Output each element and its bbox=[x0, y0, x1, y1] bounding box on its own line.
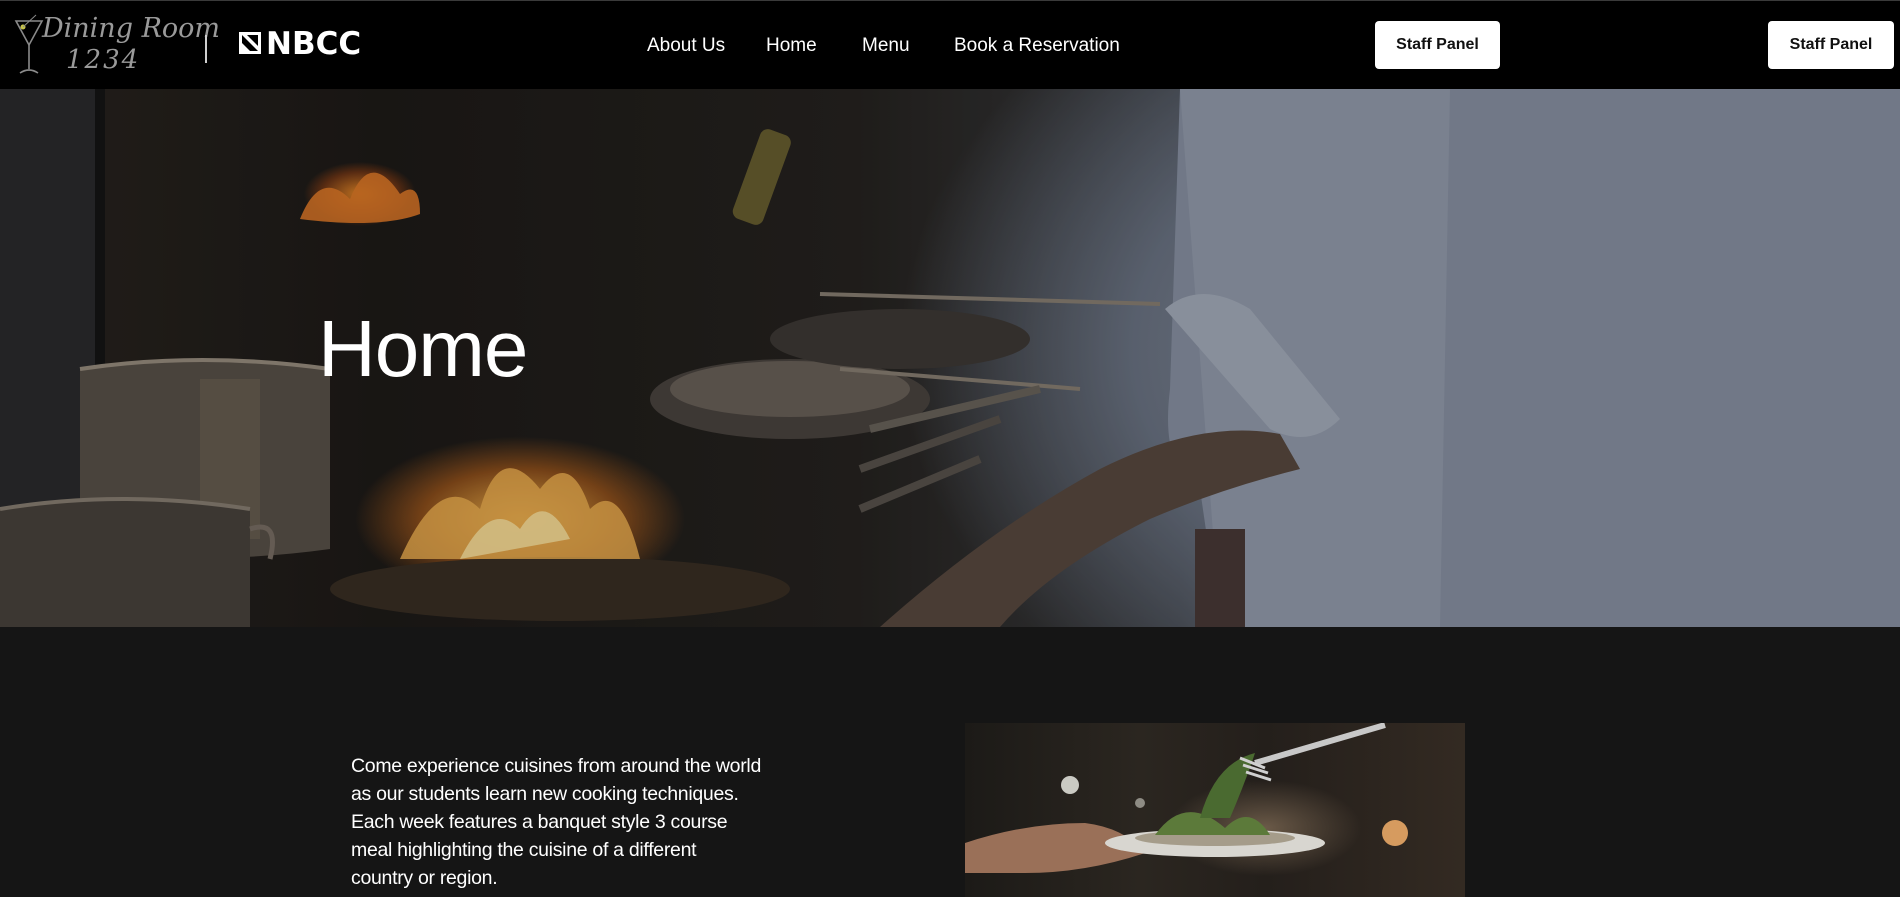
dish-photo-illustration bbox=[965, 723, 1408, 873]
page-title: Home bbox=[318, 304, 528, 393]
nav-book-reservation[interactable]: Book a Reservation bbox=[954, 35, 1120, 57]
intro-text: Come experience cuisines from around the… bbox=[351, 755, 761, 889]
nav-home[interactable]: Home bbox=[766, 35, 817, 57]
nbcc-mark-icon bbox=[239, 32, 261, 54]
martini-glass-icon bbox=[14, 14, 44, 74]
nbcc-wordmark: NBCC bbox=[266, 26, 362, 62]
dining-room-logo[interactable]: Dining Room 1234 bbox=[14, 9, 220, 79]
dining-logo-line1: Dining Room bbox=[42, 13, 221, 44]
hero-banner: Home bbox=[0, 89, 1900, 627]
hero-overlay bbox=[0, 89, 1900, 627]
nav-menu[interactable]: Menu bbox=[862, 35, 910, 57]
dining-logo-line2: 1234 bbox=[66, 45, 141, 75]
staff-panel-button-secondary[interactable]: Staff Panel bbox=[1768, 21, 1894, 69]
nav-about-us[interactable]: About Us bbox=[647, 35, 725, 57]
site-header: Dining Room 1234 NBCC About Us Home Menu… bbox=[0, 0, 1900, 89]
staff-panel-button[interactable]: Staff Panel bbox=[1375, 21, 1500, 69]
plated-dish-image bbox=[965, 723, 1465, 897]
logo-divider bbox=[205, 35, 207, 63]
